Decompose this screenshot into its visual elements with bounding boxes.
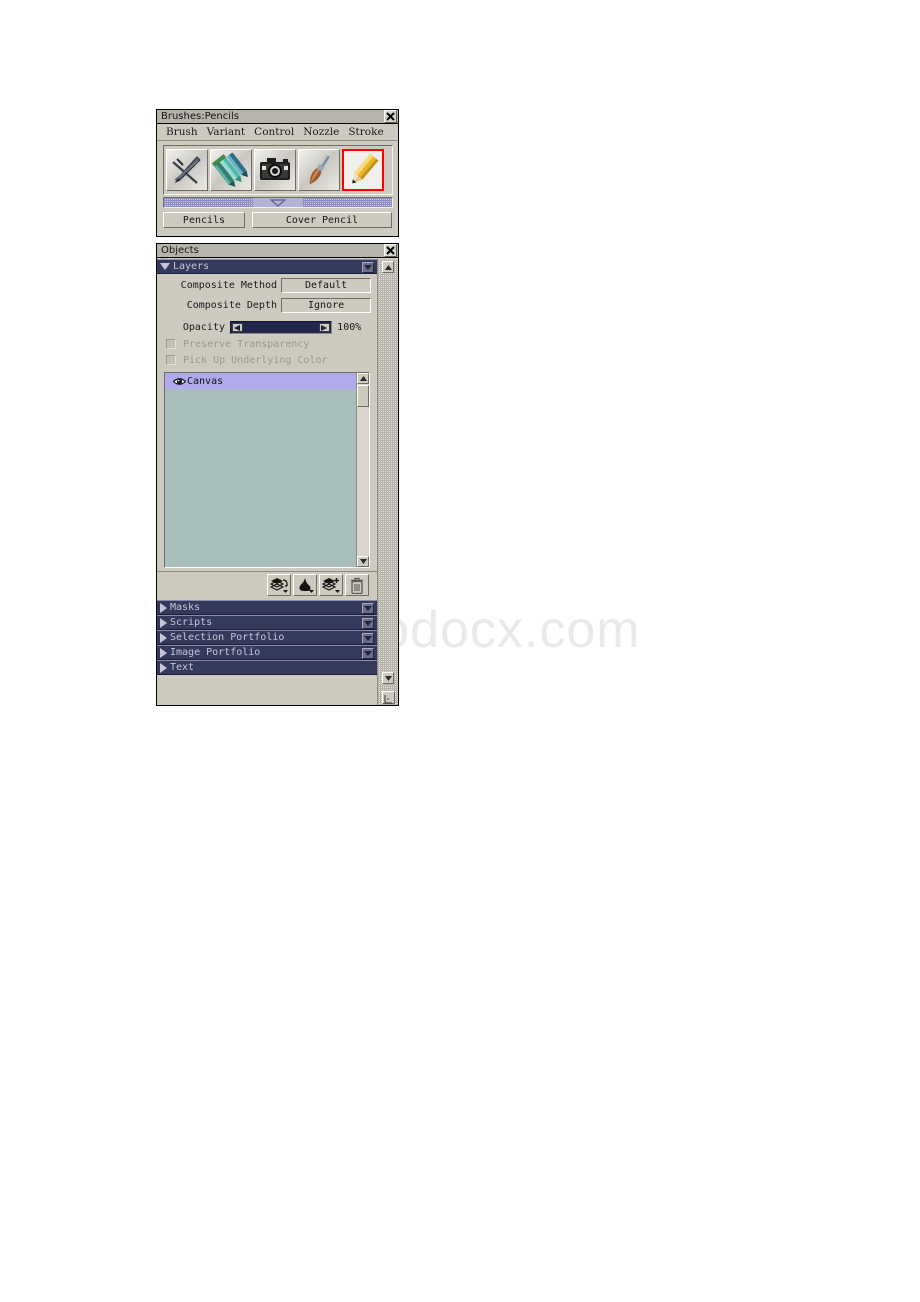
layer-list-scroll-thumb[interactable] — [357, 385, 370, 407]
section-menu-icon[interactable] — [362, 633, 375, 644]
delete-layer-button[interactable] — [345, 574, 370, 596]
section-header-selection-portfolio[interactable]: Selection Portfolio — [157, 630, 378, 645]
layer-row-canvas[interactable]: Canvas — [165, 373, 357, 389]
collapsed-sections: Masks Scripts Selection Portfolio Image … — [157, 600, 378, 675]
tab-cover-pencil[interactable]: Cover Pencil — [252, 212, 392, 228]
brush-tray-scroll-right[interactable] — [303, 198, 392, 207]
layer-name-canvas: Canvas — [187, 375, 224, 387]
composite-method-row: Composite Method Default — [157, 277, 377, 294]
composite-method-label: Composite Method — [180, 280, 277, 291]
section-menu-icon[interactable] — [362, 262, 375, 273]
opacity-slider[interactable] — [230, 321, 333, 334]
layer-toolbar — [157, 571, 378, 598]
section-header-image-portfolio[interactable]: Image Portfolio — [157, 645, 378, 660]
triangle-right-icon — [160, 602, 167, 613]
dynamic-plugin-button[interactable] — [293, 574, 318, 596]
layer-list-scrollbar[interactable] — [356, 373, 370, 567]
close-icon[interactable] — [384, 244, 397, 257]
preserve-transparency-checkbox[interactable] — [166, 339, 176, 349]
layer-options-button[interactable] — [267, 574, 292, 596]
layer-list-container: Canvas — [164, 372, 371, 568]
section-header-masks[interactable]: Masks — [157, 600, 378, 615]
brushes-menubar: Brush Variant Control Nozzle Stroke — [157, 124, 398, 141]
section-header-layers[interactable]: Layers — [157, 259, 378, 274]
menu-item-stroke[interactable]: Stroke — [348, 124, 383, 140]
pick-up-underlying-color-row[interactable]: Pick Up Underlying Color — [157, 353, 377, 367]
opacity-slider-handle-left[interactable] — [232, 323, 243, 332]
section-label-scripts: Scripts — [170, 616, 213, 628]
tab-pencils[interactable]: Pencils — [163, 212, 245, 228]
opacity-row: Opacity 100% — [157, 320, 377, 335]
menu-item-variant[interactable]: Variant — [207, 124, 246, 140]
section-menu-icon[interactable] — [362, 648, 375, 659]
composite-depth-row: Composite Depth Ignore — [157, 297, 377, 314]
chevron-down-icon — [270, 198, 286, 207]
brush-category-pens[interactable] — [166, 149, 208, 191]
triangle-down-icon — [160, 263, 170, 270]
brush-tray-scrollbar[interactable] — [163, 197, 393, 208]
brushes-palette: Brushes:Pencils Brush Variant Control No… — [156, 109, 399, 237]
menu-item-nozzle[interactable]: Nozzle — [303, 124, 339, 140]
resize-grip[interactable] — [382, 691, 396, 704]
section-label-image-portfolio: Image Portfolio — [170, 646, 261, 658]
section-label-masks: Masks — [170, 601, 201, 613]
brush-category-photo[interactable] — [254, 149, 296, 191]
brushes-tab-strip: Pencils Cover Pencil — [163, 212, 392, 228]
objects-scroll-content: Layers Composite Method Default Composit… — [157, 259, 378, 705]
close-icon[interactable] — [384, 110, 397, 123]
brush-category-felt-pens[interactable] — [210, 149, 252, 191]
triangle-right-icon — [160, 647, 167, 658]
triangle-right-icon — [160, 617, 167, 628]
triangle-right-icon — [160, 662, 167, 673]
composite-method-field[interactable]: Default — [281, 278, 372, 293]
layer-list[interactable]: Canvas — [165, 373, 357, 567]
scroll-down-icon[interactable] — [357, 556, 370, 567]
section-menu-icon[interactable] — [362, 618, 375, 629]
pick-up-underlying-color-checkbox[interactable] — [166, 355, 176, 365]
opacity-value: 100% — [337, 322, 362, 333]
section-header-text[interactable]: Text — [157, 660, 378, 675]
brush-tray-scroll-thumb[interactable] — [253, 198, 303, 207]
brush-tray-scroll-left[interactable] — [164, 198, 253, 207]
section-menu-icon[interactable] — [362, 603, 375, 614]
composite-depth-label: Composite Depth — [186, 300, 277, 311]
section-label-text: Text — [170, 661, 195, 673]
brushes-titlebar[interactable]: Brushes:Pencils — [157, 110, 398, 124]
eye-icon — [173, 377, 186, 385]
preserve-transparency-row[interactable]: Preserve Transparency — [157, 337, 377, 351]
brush-category-artists[interactable] — [298, 149, 340, 191]
scroll-up-icon[interactable] — [357, 373, 370, 384]
triangle-right-icon — [160, 632, 167, 643]
section-header-scripts[interactable]: Scripts — [157, 615, 378, 630]
menu-item-control[interactable]: Control — [254, 124, 294, 140]
objects-title: Objects — [161, 245, 199, 256]
objects-palette: Objects Layers Composite Method Default … — [156, 243, 399, 706]
scroll-up-icon[interactable] — [382, 261, 395, 273]
objects-titlebar[interactable]: Objects — [157, 244, 398, 258]
section-label-layers: Layers — [173, 260, 210, 272]
brushes-title: Brushes:Pencils — [161, 111, 240, 122]
menu-item-brush[interactable]: Brush — [166, 124, 198, 140]
brush-category-tray — [163, 145, 393, 195]
opacity-label: Opacity — [182, 322, 225, 333]
objects-body: Layers Composite Method Default Composit… — [157, 259, 398, 705]
preserve-transparency-label: Preserve Transparency — [183, 338, 310, 350]
new-layer-button[interactable] — [319, 574, 344, 596]
scroll-down-icon[interactable] — [382, 672, 395, 684]
pick-up-underlying-color-label: Pick Up Underlying Color — [183, 354, 328, 366]
objects-scrollbar[interactable] — [377, 259, 398, 705]
section-label-selection-portfolio: Selection Portfolio — [170, 631, 285, 643]
brush-category-pencils[interactable] — [342, 149, 384, 191]
opacity-slider-handle-right[interactable] — [319, 323, 331, 332]
composite-depth-field[interactable]: Ignore — [281, 298, 372, 313]
